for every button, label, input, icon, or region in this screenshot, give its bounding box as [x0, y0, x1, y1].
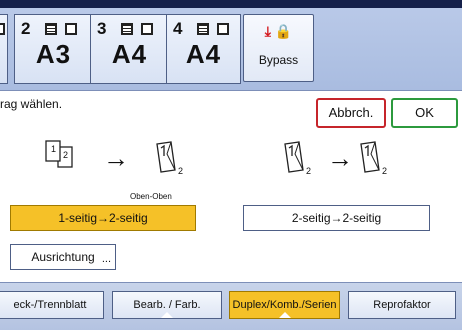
orientation-label: Ausrichtung [31, 250, 95, 264]
paper-stack-icon [45, 23, 57, 35]
tray-3[interactable]: 3 A4 [90, 14, 169, 84]
tray-4[interactable]: 4 A4 [166, 14, 241, 84]
paper-tray-strip: 2 A3 3 A4 4 A4 ⤓ 🔒 Bypass [0, 8, 462, 91]
orientation-button[interactable]: Ausrichtung ... [10, 244, 116, 270]
paper-sheet-icon [65, 23, 77, 35]
tray-number: 4 [173, 19, 183, 38]
paper-sheet-icon [217, 23, 229, 35]
two-to-two-sided-button[interactable]: 2-seitig→2-seitig [243, 205, 430, 231]
tab-reproduction-ratio[interactable]: Reprofaktor [348, 291, 456, 319]
orientation-caption: Oben-Oben [130, 192, 172, 201]
tray-number: 2 [21, 19, 31, 38]
tray-number: 3 [97, 19, 107, 38]
instruction-message: rag wählen. [0, 97, 63, 111]
tray-size: A4 [185, 39, 222, 69]
tab-label: Duplex/Komb./Serien [232, 299, 337, 311]
paper-feed-arrow-icon: ⤓ [264, 23, 271, 39]
tab-notch-icon [161, 312, 173, 318]
paper-stack-icon [121, 23, 133, 35]
page-number-2: 2 [63, 150, 69, 160]
tray-2[interactable]: 2 A3 [14, 14, 93, 84]
paper-sheet-icon [141, 23, 153, 35]
tab-edit-color[interactable]: Bearb. / Farb. [112, 291, 222, 319]
ok-button[interactable]: OK [391, 98, 458, 128]
paper-sheet-icon [0, 23, 5, 35]
more-indicator: ... [101, 253, 111, 265]
lock-icon: 🔒 [274, 23, 293, 39]
top-bar [0, 0, 462, 8]
cancel-button[interactable]: Abbrch. [316, 98, 386, 128]
source-back-page-number: 2 [306, 166, 312, 176]
tray-size: A4 [111, 39, 148, 69]
tab-label: Reprofaktor [373, 299, 431, 311]
paper-stack-icon [197, 23, 209, 35]
result-back-page-number: 2 [382, 166, 388, 176]
arrow-icon: → [103, 143, 129, 173]
back-page-number: 2 [178, 166, 184, 176]
tab-notch-icon [278, 312, 291, 318]
single-sided-pages-icon [45, 140, 73, 168]
tab-label: Bearb. / Farb. [133, 299, 201, 311]
tab-label: eck-/Trennblatt [13, 299, 87, 311]
tray-partial[interactable] [0, 14, 8, 84]
tab-duplex-combine[interactable]: Duplex/Komb./Serien [229, 291, 340, 319]
duplex-diagram-1-to-2 [45, 140, 73, 168]
tray-size: A3 [35, 39, 72, 69]
arrow-icon: → [327, 143, 353, 173]
page-number-1: 1 [51, 144, 57, 154]
tab-cover-separator[interactable]: eck-/Trennblatt [0, 291, 104, 319]
bottom-tab-strip: eck-/Trennblatt Bearb. / Farb. Duplex/Ko… [0, 282, 462, 330]
bypass-tray-button[interactable]: ⤓ 🔒 Bypass [243, 14, 314, 82]
one-to-two-sided-button[interactable]: 1-seitig→2-seitig [10, 205, 196, 231]
bypass-icons: ⤓ 🔒 [244, 23, 313, 40]
bypass-label: Bypass [258, 53, 299, 67]
